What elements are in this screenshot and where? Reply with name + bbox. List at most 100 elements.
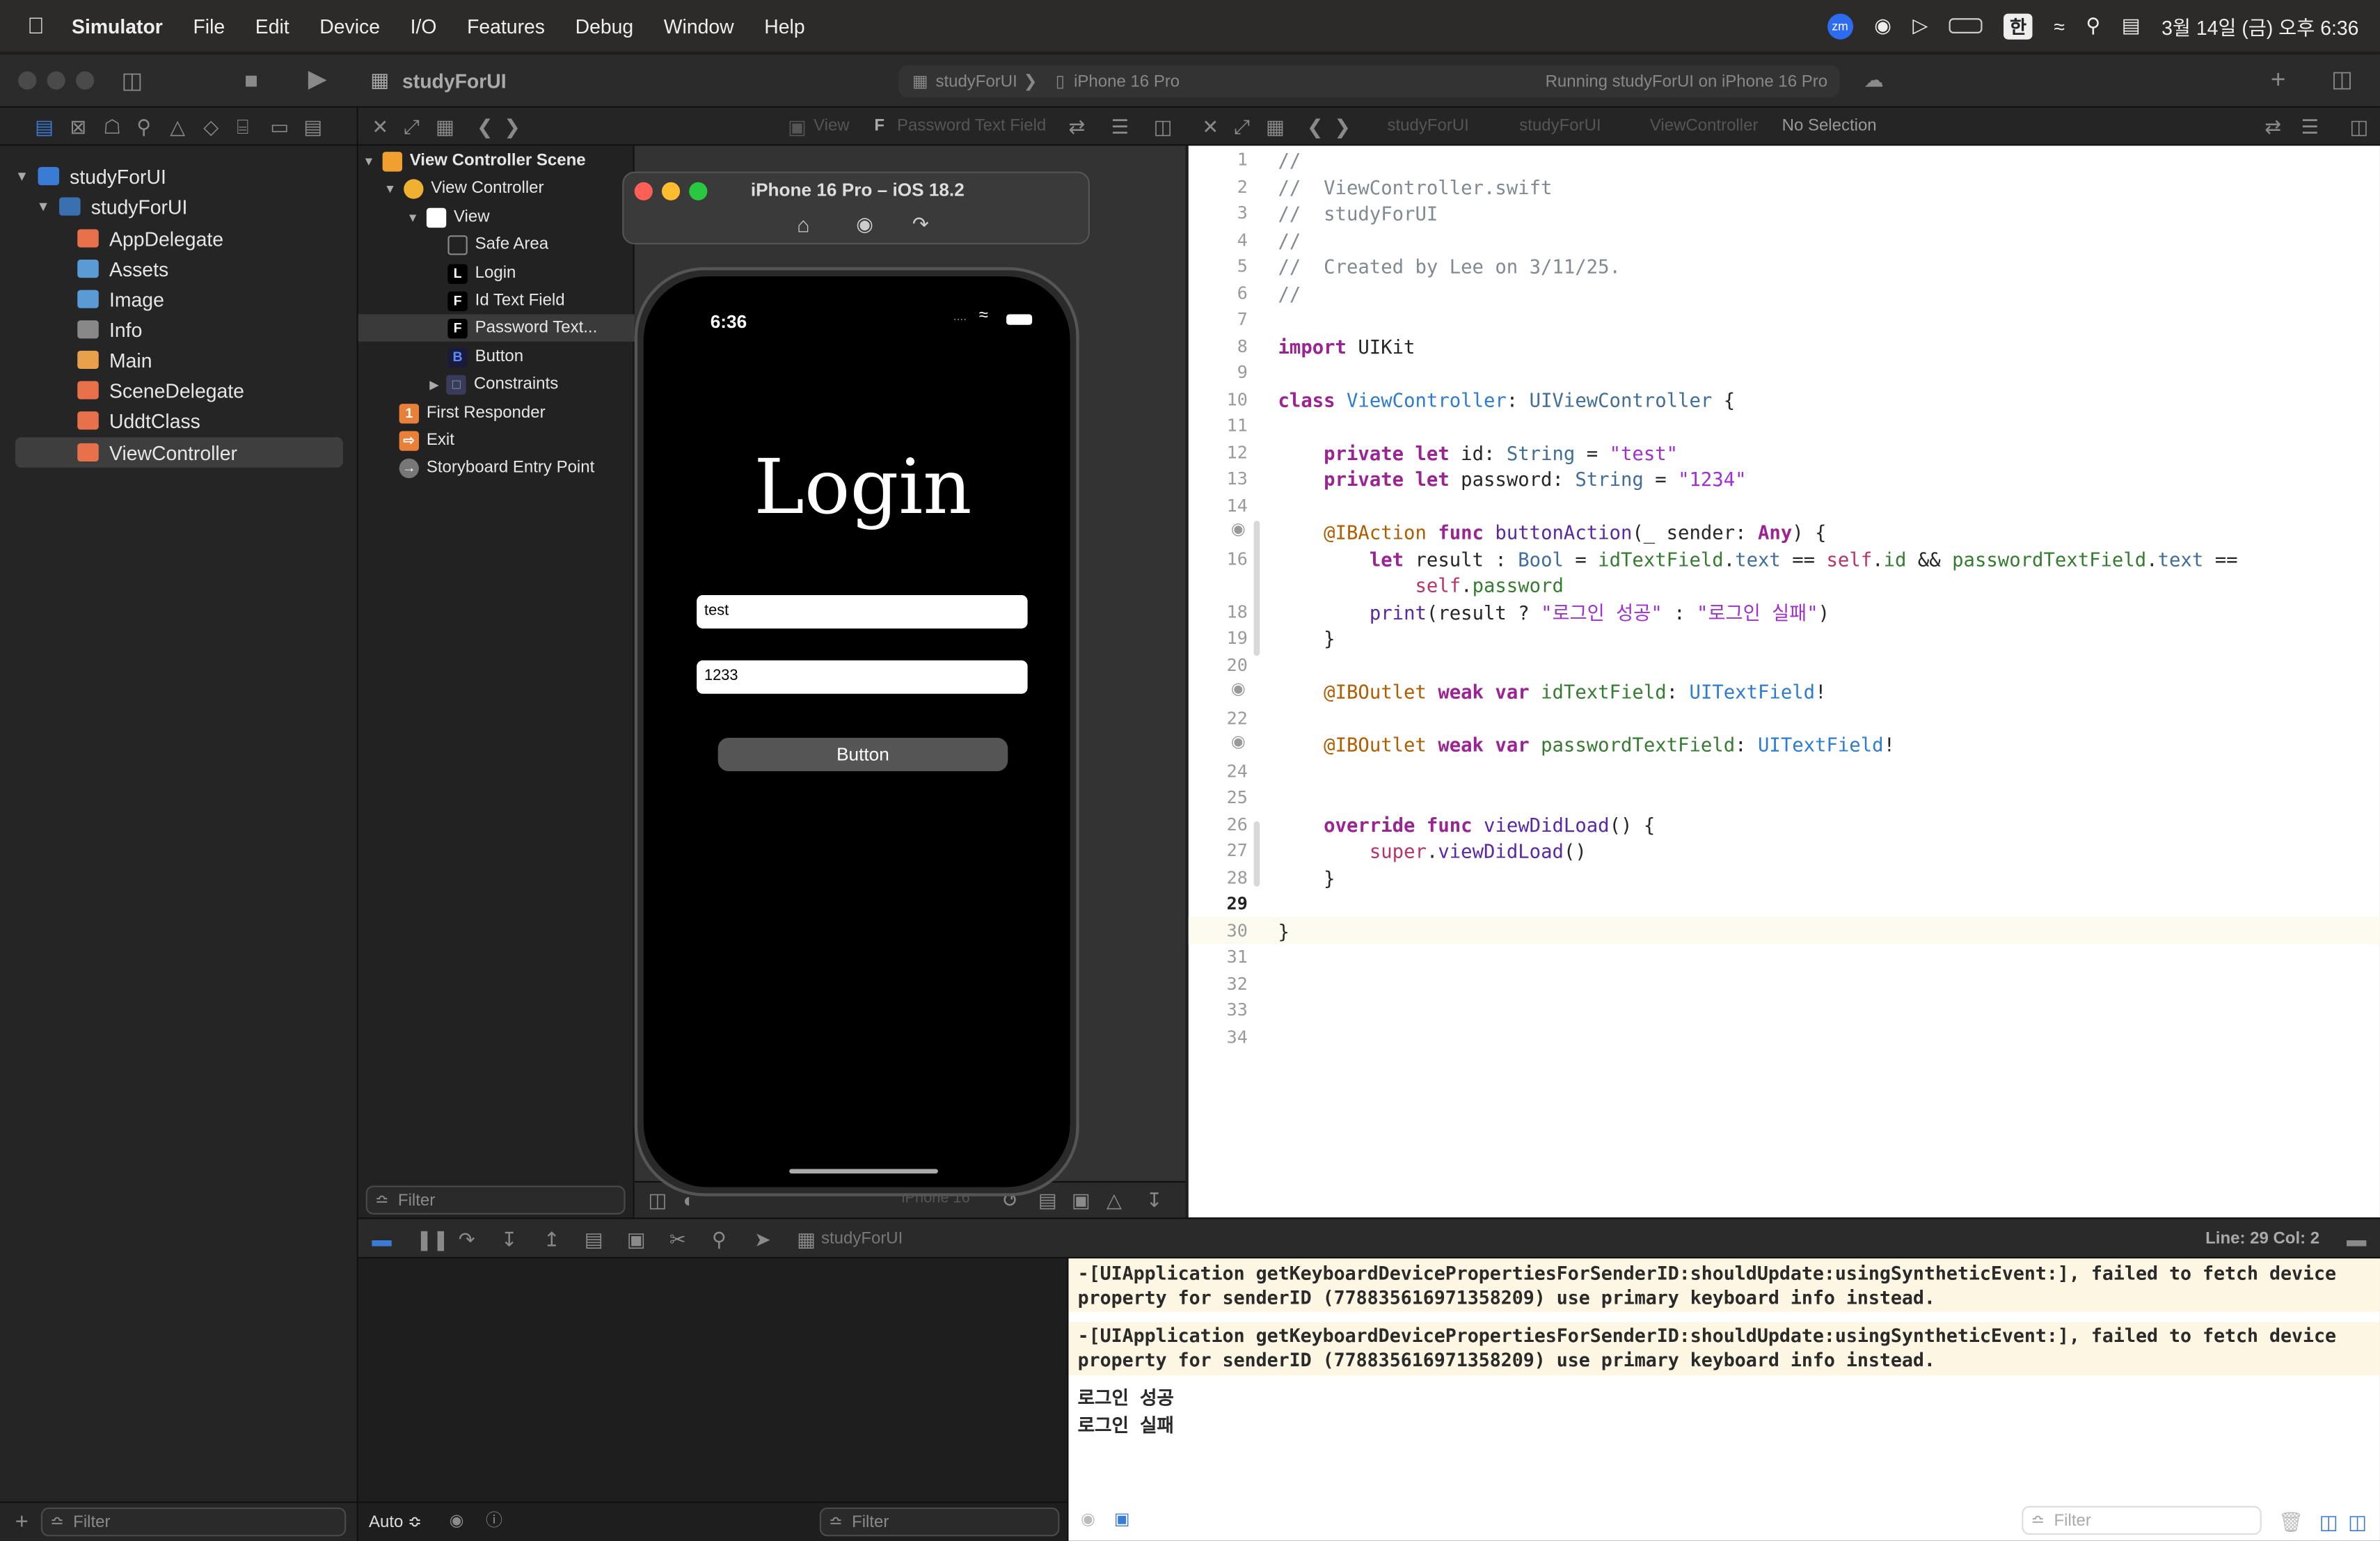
- hide-debug-icon[interactable]: ▬: [372, 1230, 391, 1249]
- jump-bar-file[interactable]: ViewController: [1650, 117, 1759, 135]
- nav-item-group[interactable]: ▼ studyForUI: [36, 191, 187, 222]
- expand-icon[interactable]: ⤢: [404, 117, 420, 136]
- breakpoint-icon[interactable]: ▭: [270, 117, 289, 136]
- back-icon[interactable]: ❮: [1307, 117, 1324, 136]
- view-hierarchy-icon[interactable]: ▤: [585, 1230, 603, 1249]
- jump-bar-group[interactable]: studyForUI: [1519, 117, 1601, 135]
- source-control-icon[interactable]: ⊠: [70, 117, 86, 136]
- window-minimize-button[interactable]: [47, 71, 65, 90]
- split-icon[interactable]: ◫: [2349, 117, 2368, 136]
- trash-icon[interactable]: 🗑: [2278, 1512, 2303, 1531]
- home-icon[interactable]: ⌂: [797, 214, 809, 236]
- clock[interactable]: 3월 14일 (금) 오후 6:36: [2161, 11, 2358, 40]
- outlet-connection-icon[interactable]: ◉: [1231, 521, 1246, 539]
- debug-target[interactable]: studyForUI: [821, 1230, 903, 1248]
- outlet-connection-icon[interactable]: ◉: [1231, 681, 1246, 698]
- password-text-field[interactable]: 1233: [697, 660, 1028, 694]
- scheme-selector[interactable]: studyForUI: [935, 72, 1017, 90]
- add-icon[interactable]: +: [15, 1510, 29, 1533]
- embed-icon[interactable]: ↧: [1146, 1190, 1163, 1210]
- cloud-icon[interactable]: ☁: [1864, 70, 1883, 89]
- find-icon[interactable]: ⚲: [136, 117, 151, 136]
- code-editor[interactable]: 1 2 3 4 5 6 7 8 9 10 11 12 13 14 16 18 19 20 22 24 25 26 27 28 2…: [1188, 145, 2380, 1218]
- rotate-icon[interactable]: ↷: [912, 214, 929, 234]
- nav-item-appdelegate[interactable]: AppDelegate: [77, 223, 223, 254]
- jump-bar-project[interactable]: studyForUI: [1388, 117, 1469, 135]
- outline-safe-area[interactable]: Safe Area: [447, 231, 548, 258]
- project-title[interactable]: studyForUI: [402, 70, 507, 93]
- chat-icon[interactable]: ◉: [1874, 14, 1891, 38]
- test-icon[interactable]: ◇: [203, 117, 219, 136]
- sidebar-toggle-icon[interactable]: ◫: [121, 70, 143, 93]
- menu-window[interactable]: Window: [664, 15, 734, 38]
- group-icon[interactable]: ▣: [1114, 1511, 1130, 1528]
- play-icon[interactable]: ▷: [1912, 14, 1928, 38]
- simulate-location-icon[interactable]: ⚲: [712, 1230, 727, 1249]
- inspector-toggle-icon[interactable]: ◫: [2331, 68, 2353, 91]
- control-center-icon[interactable]: ▤: [2122, 14, 2141, 38]
- list-icon[interactable]: ☰: [1111, 117, 1129, 136]
- eye-icon[interactable]: ◉: [1081, 1511, 1095, 1528]
- console-filter[interactable]: ≏ Filter: [2022, 1506, 2262, 1535]
- outline-view-controller[interactable]: ▼ View Controller: [384, 175, 544, 202]
- activity-view[interactable]: ▦ studyForUI ❯ ▯ iPhone 16 Pro Running s…: [898, 65, 1840, 97]
- menu-features[interactable]: Features: [467, 15, 545, 38]
- iphone-screen[interactable]: 6:36 .... ≈ Login test 1233 Button: [643, 276, 1070, 1187]
- back-icon[interactable]: ❮: [477, 117, 493, 136]
- screenshot-icon[interactable]: ◉: [856, 214, 873, 234]
- destination-selector[interactable]: iPhone 16 Pro: [1074, 72, 1180, 90]
- debug-icon[interactable]: ⌸: [237, 117, 248, 136]
- wifi-icon[interactable]: ≈: [2054, 15, 2065, 38]
- step-over-icon[interactable]: ↷: [459, 1230, 475, 1249]
- report-icon[interactable]: ▤: [303, 117, 322, 136]
- menu-help[interactable]: Help: [764, 15, 804, 38]
- nav-item-project[interactable]: ▼ studyForUI: [15, 161, 166, 191]
- nav-item-scenedelegate[interactable]: SceneDelegate: [77, 375, 244, 406]
- jump-bar-symbol[interactable]: No Selection: [1782, 117, 1877, 135]
- outline-toggle-icon[interactable]: ◫: [648, 1190, 667, 1210]
- split-left-icon[interactable]: ◫: [2319, 1512, 2338, 1531]
- variables-filter[interactable]: ≏ Filter: [819, 1507, 1060, 1537]
- nav-item-info[interactable]: Info: [77, 314, 142, 345]
- auto-variables-selector[interactable]: Auto ≎: [369, 1512, 422, 1532]
- menu-edit[interactable]: Edit: [255, 15, 289, 38]
- expand-icon[interactable]: ⤢: [1234, 117, 1250, 136]
- nav-item-viewcontroller[interactable]: ViewController: [77, 437, 237, 468]
- nav-item-image[interactable]: Image: [77, 284, 164, 315]
- nav-item-assets[interactable]: Assets: [77, 253, 168, 284]
- outline-filter[interactable]: ≏ Filter: [365, 1185, 626, 1215]
- console[interactable]: -[UIApplication getKeyboardDevicePropert…: [1068, 1258, 2380, 1541]
- split-icon[interactable]: ◫: [1154, 117, 1173, 136]
- environment-icon[interactable]: ✂: [669, 1230, 686, 1249]
- location-icon[interactable]: ➤: [754, 1230, 771, 1249]
- window-zoom-button[interactable]: [76, 71, 95, 90]
- window-close-button[interactable]: [18, 71, 37, 90]
- minimap-icon[interactable]: ▬: [2347, 1230, 2366, 1249]
- pin-icon[interactable]: ▣: [1072, 1190, 1090, 1210]
- split-right-icon[interactable]: ◫: [2348, 1512, 2367, 1531]
- run-icon[interactable]: ▶: [308, 68, 327, 93]
- forward-icon[interactable]: ❯: [1334, 117, 1351, 136]
- jump-bar-scene[interactable]: View: [814, 117, 850, 135]
- eye-icon[interactable]: ◉: [450, 1512, 464, 1531]
- jump-bar-item[interactable]: Password Text Field: [897, 117, 1046, 135]
- id-text-field[interactable]: test: [697, 594, 1028, 629]
- menu-io[interactable]: I/O: [411, 15, 437, 38]
- navigator-filter[interactable]: ≏ Filter: [40, 1507, 347, 1537]
- outline-exit[interactable]: ⇨ Exit: [399, 427, 454, 454]
- outline-constraints[interactable]: ▶ □ Constraints: [429, 370, 558, 397]
- menu-debug[interactable]: Debug: [576, 15, 634, 38]
- outline-view[interactable]: ▼ View: [407, 203, 490, 230]
- stop-icon[interactable]: ■: [244, 70, 258, 93]
- apple-icon[interactable]: : [27, 13, 45, 39]
- menu-file[interactable]: File: [193, 15, 225, 38]
- step-out-icon[interactable]: ↥: [544, 1230, 560, 1249]
- memory-graph-icon[interactable]: ▣: [627, 1230, 646, 1249]
- refresh-icon[interactable]: ⇄: [1068, 117, 1085, 136]
- add-icon[interactable]: +: [2271, 67, 2286, 93]
- pause-icon[interactable]: ❚❚: [416, 1230, 450, 1249]
- info-icon[interactable]: ⓘ: [486, 1512, 502, 1531]
- outline-scene[interactable]: ▼ View Controller Scene: [363, 148, 586, 175]
- close-icon[interactable]: ✕: [372, 117, 388, 136]
- outline-login-label[interactable]: L Login: [447, 260, 516, 287]
